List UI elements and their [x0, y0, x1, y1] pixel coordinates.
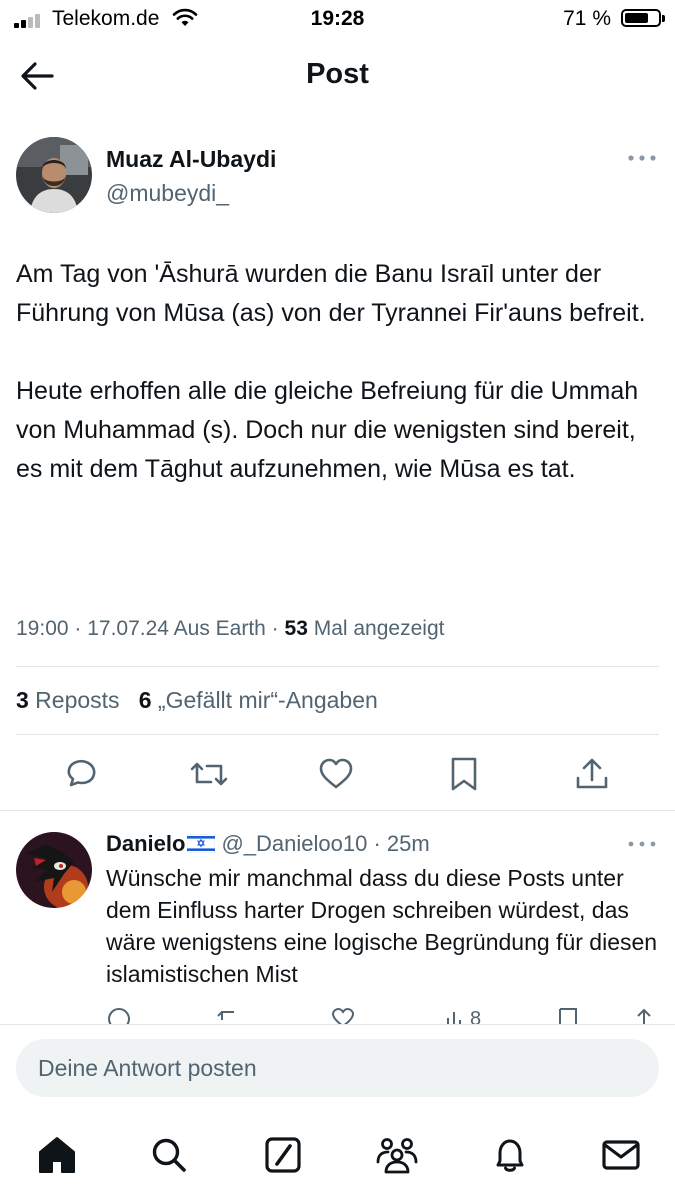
reply-views-count: 8 — [470, 1008, 482, 1024]
notifications-icon — [496, 1139, 524, 1172]
tab-compose[interactable] — [259, 1131, 307, 1179]
like-icon — [319, 758, 353, 789]
post-actions — [0, 748, 675, 800]
author-handle[interactable]: @mubeydi_ — [106, 180, 229, 207]
page-title: Post — [306, 58, 369, 90]
like-button[interactable] — [310, 748, 362, 800]
reply-time: · 25m — [373, 831, 430, 856]
repost-icon — [190, 762, 228, 786]
bookmark-button[interactable] — [438, 748, 490, 800]
post-stats: 3 Reposts 6 „Gefällt mir“-Angaben — [16, 687, 378, 714]
home-icon — [39, 1137, 75, 1173]
reply-author-name[interactable]: Danielo — [106, 831, 185, 856]
status-bar: Telekom.de 19:28 71 % — [0, 0, 675, 40]
more-options-icon[interactable] — [626, 150, 658, 166]
reply-icon — [67, 759, 96, 787]
likes-stat[interactable]: 6 „Gefällt mir“-Angaben — [139, 687, 378, 713]
reply-input[interactable] — [38, 1039, 638, 1097]
views-count: 53 — [284, 617, 308, 640]
messages-icon — [602, 1140, 640, 1170]
post-timestamp: 19:00 · 17.07.24 Aus Earth · — [16, 617, 285, 640]
tab-notifications[interactable] — [486, 1131, 534, 1179]
israel-flag-icon — [187, 834, 216, 853]
reply-avatar[interactable] — [16, 832, 92, 908]
post-paragraph: Am Tag von 'Āshurā wurden die Banu Israī… — [16, 260, 646, 327]
bottom-tab-bar — [0, 1125, 675, 1189]
reply-header: Danielo @_Danieloo10 · 25m — [106, 831, 430, 857]
tab-communities[interactable] — [373, 1131, 421, 1179]
reply-more-options-icon[interactable] — [626, 836, 658, 852]
reply-author-handle[interactable]: @_Danieloo10 — [221, 831, 367, 856]
search-icon — [152, 1138, 186, 1172]
share-button[interactable] — [566, 748, 618, 800]
reply-repost-icon[interactable] — [216, 1006, 244, 1024]
reply-bookmark-icon[interactable] — [556, 1006, 580, 1024]
reply-compose-box[interactable] — [16, 1039, 659, 1097]
compose-icon — [265, 1137, 301, 1173]
reply-like-icon[interactable] — [330, 1006, 356, 1024]
bookmark-icon — [451, 757, 477, 791]
share-icon — [576, 758, 608, 789]
battery-percentage: 71 % — [563, 7, 611, 30]
post-meta: 19:00 · 17.07.24 Aus Earth · 53 Mal ange… — [16, 617, 444, 641]
divider — [16, 734, 659, 735]
battery-fill — [625, 13, 648, 23]
author-avatar[interactable] — [16, 137, 92, 213]
tab-messages[interactable] — [597, 1131, 645, 1179]
reply-share-icon[interactable] — [632, 1006, 656, 1024]
divider — [16, 666, 659, 667]
views-label: Mal angezeigt — [307, 617, 445, 640]
reply-text: Wünsche mir manchmal dass du diese Posts… — [106, 865, 658, 987]
reply-reply-icon[interactable] — [106, 1006, 132, 1024]
post-paragraph: Heute erhoffen alle die gleiche Befreiun… — [16, 377, 639, 483]
tab-search[interactable] — [145, 1131, 193, 1179]
divider — [0, 1024, 675, 1025]
tab-home[interactable] — [33, 1131, 81, 1179]
reply-views-icon[interactable] — [444, 1006, 468, 1024]
reposts-stat[interactable]: 3 Reposts — [16, 687, 120, 713]
reply-button[interactable] — [55, 748, 107, 800]
communities-icon — [376, 1138, 418, 1174]
post-text: Am Tag von 'Āshurā wurden die Banu Israī… — [16, 255, 656, 489]
battery-icon — [621, 9, 665, 27]
author-name[interactable]: Muaz Al-Ubaydi — [106, 146, 276, 173]
divider — [0, 810, 675, 811]
reply-actions: 8 — [0, 1006, 675, 1024]
repost-button[interactable] — [183, 748, 235, 800]
